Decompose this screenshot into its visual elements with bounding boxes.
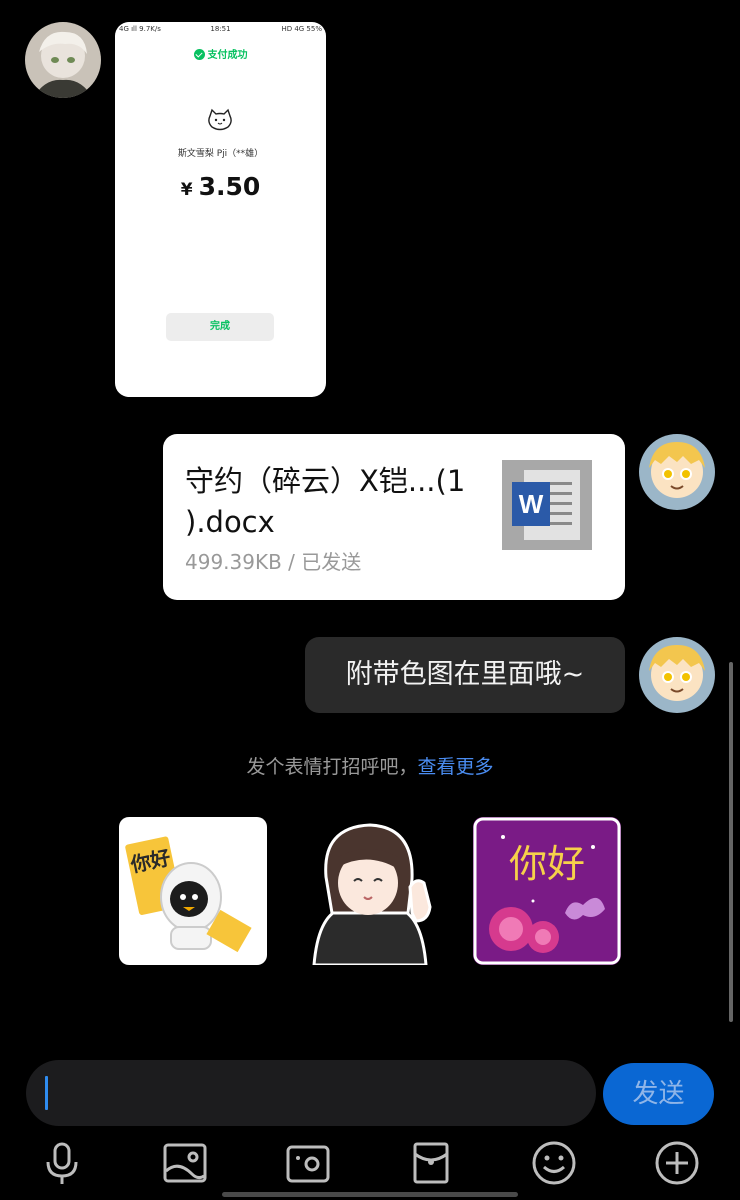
image-icon[interactable]: [160, 1138, 210, 1188]
merchant-name: 斯文雪梨 Pji（**雄）: [177, 149, 264, 159]
my-avatar[interactable]: [639, 434, 715, 510]
check-circle-icon: [193, 49, 205, 60]
emoji-icon[interactable]: [529, 1138, 579, 1188]
red-packet-icon[interactable]: [406, 1138, 456, 1188]
anime-girl-wave-sticker[interactable]: [296, 817, 444, 965]
file-name: 守约（碎云）X铠...(1 ).docx: [185, 464, 466, 539]
svg-text:W: W: [519, 489, 544, 519]
payment-screenshot-image[interactable]: 4G ıll 9.7K/s 18:51 HD 4G 55% 支付成功 斯文雪梨 …: [115, 22, 326, 397]
done-button: 完成: [166, 313, 274, 341]
purple-flower-hello-sticker[interactable]: 你好: [473, 817, 621, 965]
word-doc-icon: W: [502, 460, 592, 550]
my-avatar[interactable]: [639, 637, 715, 713]
see-more-link[interactable]: 查看更多: [418, 756, 494, 778]
payment-amount: ¥3.50: [180, 172, 261, 201]
payment-success-title: 支付成功: [115, 46, 326, 61]
scrollbar[interactable]: [729, 662, 733, 1022]
sticker-hint: 发个表情打招呼吧，查看更多: [0, 752, 740, 779]
message-input[interactable]: [26, 1060, 596, 1126]
sticker-text-3: 你好: [509, 842, 585, 886]
plus-icon[interactable]: [652, 1138, 702, 1188]
status-right: HD 4G 55%: [281, 25, 322, 33]
text-caret: [45, 1076, 48, 1110]
microphone-icon[interactable]: [37, 1138, 87, 1188]
cat-logo-icon: [208, 108, 232, 131]
send-button[interactable]: 发送: [603, 1063, 714, 1125]
file-meta: 499.39KB / 已发送: [185, 550, 362, 574]
camera-icon[interactable]: [283, 1138, 333, 1188]
file-message-card[interactable]: 守约（碎云）X铠...(1 ).docx 499.39KB / 已发送 W: [163, 434, 625, 600]
qq-penguin-hello-sticker[interactable]: 你好: [119, 817, 267, 965]
hint-text: 发个表情打招呼吧，: [246, 756, 418, 778]
contact-avatar[interactable]: [25, 22, 101, 98]
status-bar: 4G ıll 9.7K/s 18:51 HD 4G 55%: [115, 22, 326, 36]
home-indicator[interactable]: [222, 1192, 518, 1197]
text-message-bubble[interactable]: 附带色图在里面哦~: [305, 637, 625, 713]
